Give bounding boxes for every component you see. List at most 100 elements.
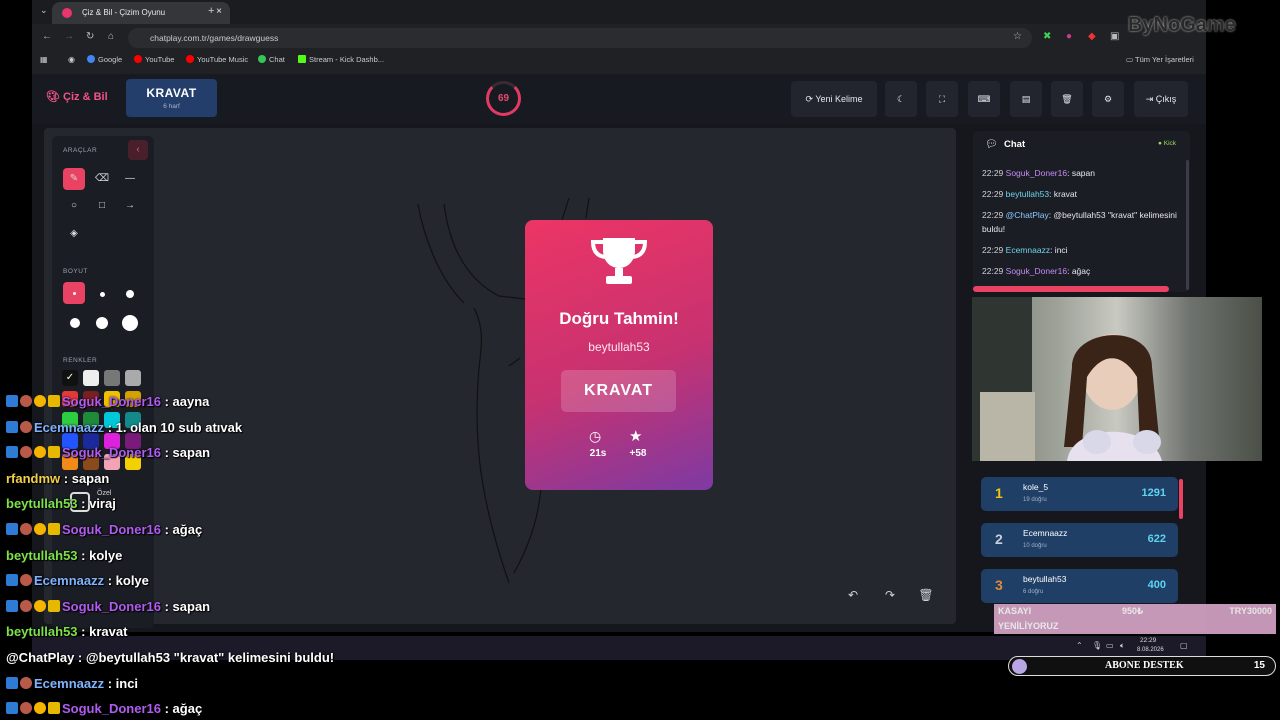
reload-icon[interactable]: ↻ <box>86 31 94 42</box>
line-tool[interactable]: — <box>119 168 141 190</box>
bookmark-youtube[interactable]: YouTube <box>134 55 174 64</box>
mic-icon[interactable]: 🎙︎ <box>1092 641 1102 650</box>
settings-button[interactable]: ⚙ <box>1092 81 1124 117</box>
bookmark-youtube-music[interactable]: YouTube Music <box>186 55 248 64</box>
bookmark-kick[interactable]: Stream - Kick Dashb... <box>298 55 384 64</box>
arrow-tool[interactable]: → <box>119 195 141 217</box>
bookmark-google[interactable]: Google <box>87 55 122 64</box>
badge-icon <box>6 574 18 587</box>
exit-button[interactable]: ⇥ Çıkış <box>1134 81 1188 117</box>
badge-icon <box>6 523 18 535</box>
webcam-feed <box>972 297 1262 461</box>
overlay-chat-message: Soguk_Doner16 : ağaç <box>6 701 202 716</box>
volume-icon[interactable]: 🔈︎ <box>1120 641 1125 651</box>
badge-icon <box>20 676 32 689</box>
color-swatch[interactable]: ✓ <box>62 370 78 386</box>
overlay-chat-message: Soguk_Doner16 : ağaç <box>6 522 202 537</box>
rectangle-tool[interactable]: □ <box>91 195 113 217</box>
back-icon[interactable]: ← <box>42 31 52 42</box>
overlay-chat-message: Soguk_Doner16 : sapan <box>6 599 210 614</box>
bookmark-star-icon[interactable]: ☆ <box>1013 31 1022 42</box>
streamer-video <box>972 297 1162 461</box>
browser-tab[interactable]: Çiz & Bil - Çizim Oyunu × <box>52 2 230 24</box>
size-option-5[interactable] <box>96 317 108 329</box>
new-tab-icon[interactable]: + <box>208 5 214 17</box>
archive-button[interactable]: ▤ <box>1010 81 1042 117</box>
pencil-tool[interactable]: ✎ <box>63 168 85 190</box>
dark-mode-button[interactable]: ☾ <box>885 81 917 117</box>
goal-label: KASAYI <box>998 606 1032 616</box>
player-points: 1291 <box>1141 487 1166 499</box>
tab-close-icon[interactable]: × <box>216 6 222 17</box>
new-word-button[interactable]: ⟳ Yeni Kelime <box>791 81 877 117</box>
badge-icon <box>20 574 32 587</box>
address-bar[interactable]: chatplay.com.tr/games/drawguess <box>128 28 1032 48</box>
tools-heading: ARAÇLAR <box>63 147 98 154</box>
size-option-6[interactable] <box>122 315 138 331</box>
github-icon[interactable]: ◉ <box>68 55 75 64</box>
extension-icon[interactable]: ● <box>1066 31 1072 42</box>
overlay-text: : aayna <box>160 394 210 409</box>
tab-title: Çiz & Bil - Çizim Oyunu <box>82 8 166 17</box>
keyboard-button[interactable]: ⌨ <box>968 81 1000 117</box>
overlay-text: : ağaç <box>160 701 203 717</box>
monitor-icon[interactable]: ▭ <box>1106 641 1114 650</box>
badge-icon <box>34 446 46 459</box>
size-option-3[interactable] <box>126 290 134 298</box>
leaderboard-row: 2 Ecemnaazz 10 doğru 622 <box>981 523 1178 557</box>
overlay-text: : ağaç <box>160 522 203 537</box>
badge-icon <box>20 702 32 715</box>
eraser-tool[interactable]: ⌫ <box>91 168 113 190</box>
collapse-panel-button[interactable]: ‹ <box>128 140 148 160</box>
circle-tool[interactable]: ○ <box>63 195 85 217</box>
chat-scrollbar[interactable] <box>1186 160 1189 290</box>
extension-icon[interactable]: ✖ <box>1043 31 1051 42</box>
tray-arrow-icon[interactable]: ⌃ <box>1076 641 1083 650</box>
size-option-1[interactable] <box>63 282 85 304</box>
clock-date: 8.08.2026 <box>1137 647 1164 653</box>
color-swatch[interactable] <box>83 370 99 386</box>
guess-points: +58 <box>629 448 647 459</box>
overlay-text: : kolye <box>77 547 123 563</box>
clock-time: 22:29 <box>1140 637 1157 644</box>
leaderboard-scrollbar[interactable] <box>1179 479 1183 519</box>
undo-button[interactable]: ↶ <box>841 584 865 606</box>
redo-icon: ↷ <box>884 588 896 602</box>
kick-status: ● Kick <box>1158 140 1177 147</box>
size-option-4[interactable] <box>70 318 80 328</box>
size-option-2[interactable] <box>100 292 105 297</box>
fill-tool[interactable]: ◈ <box>63 223 85 245</box>
badge-icon <box>6 446 18 459</box>
all-bookmarks[interactable]: ▭ Tüm Yer İşaretleri <box>1126 55 1194 64</box>
overlay-username: beytullah53 <box>6 496 78 512</box>
notification-icon[interactable]: ▢ <box>1180 641 1188 650</box>
clear-canvas-button[interactable]: 🗑︎ <box>914 584 938 606</box>
overlay-username: Ecemnaazz <box>34 675 105 691</box>
home-icon[interactable]: ⌂ <box>108 31 114 42</box>
badge-icon <box>20 523 32 535</box>
subscriber-goal-count: 15 <box>1253 660 1265 671</box>
fullscreen-button[interactable]: ⛶ <box>926 81 958 117</box>
redo-button[interactable]: ↷ <box>878 584 902 606</box>
overlay-username: Ecemnaazz <box>34 573 105 589</box>
overlay-text: : kolye <box>104 573 149 589</box>
overlay-chat-message: beytullah53 : kolye <box>6 548 122 563</box>
trash-icon: 🗑︎ <box>918 588 934 602</box>
tab-search-icon[interactable]: ⌄ <box>40 5 48 16</box>
color-swatch[interactable] <box>125 370 141 386</box>
extension-icon[interactable]: ◆ <box>1088 31 1096 42</box>
trash-button[interactable]: 🗑︎ <box>1051 81 1083 117</box>
keyboard-icon: ⌨ <box>977 94 991 104</box>
chat-message: 22:29 @ChatPlay: @beytullah53 "kravat" k… <box>982 210 1177 234</box>
forward-icon[interactable]: → <box>64 31 74 42</box>
apps-icon[interactable]: ▦ <box>40 55 48 64</box>
extensions-puzzle-icon[interactable]: ▣ <box>1110 31 1119 42</box>
drawing-canvas[interactable] <box>44 128 956 624</box>
crown-icon <box>48 446 60 459</box>
color-swatch[interactable] <box>104 370 120 386</box>
pencil-icon: ✎ <box>69 173 79 184</box>
bookmark-chat[interactable]: Chat <box>258 55 285 64</box>
guess-time: 21s <box>589 448 607 459</box>
size-heading: BOYUT <box>63 268 88 275</box>
google-icon <box>87 55 95 63</box>
